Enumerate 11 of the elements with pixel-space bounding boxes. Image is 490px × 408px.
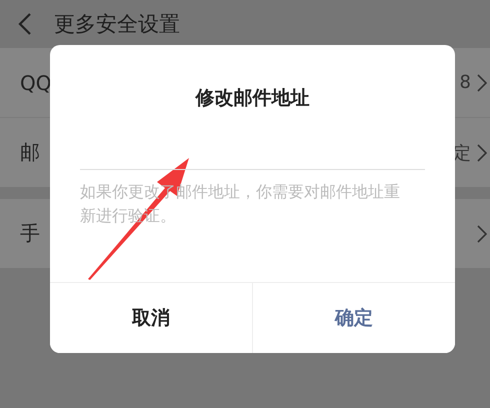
setting-label: 手 xyxy=(20,220,40,247)
dialog-title: 修改邮件地址 xyxy=(194,86,310,111)
setting-label: QQ xyxy=(20,70,52,94)
chevron-icon[interactable] xyxy=(477,144,487,162)
chevron-icon[interactable] xyxy=(477,224,487,242)
cancel-button[interactable]: 取消 xyxy=(50,283,253,353)
chevron-icon[interactable] xyxy=(477,74,487,92)
setting-value: 8 xyxy=(460,72,471,93)
page-title: 更多安全设置 xyxy=(54,11,180,38)
setting-label: 邮 xyxy=(20,139,40,166)
back-icon[interactable] xyxy=(18,13,32,35)
